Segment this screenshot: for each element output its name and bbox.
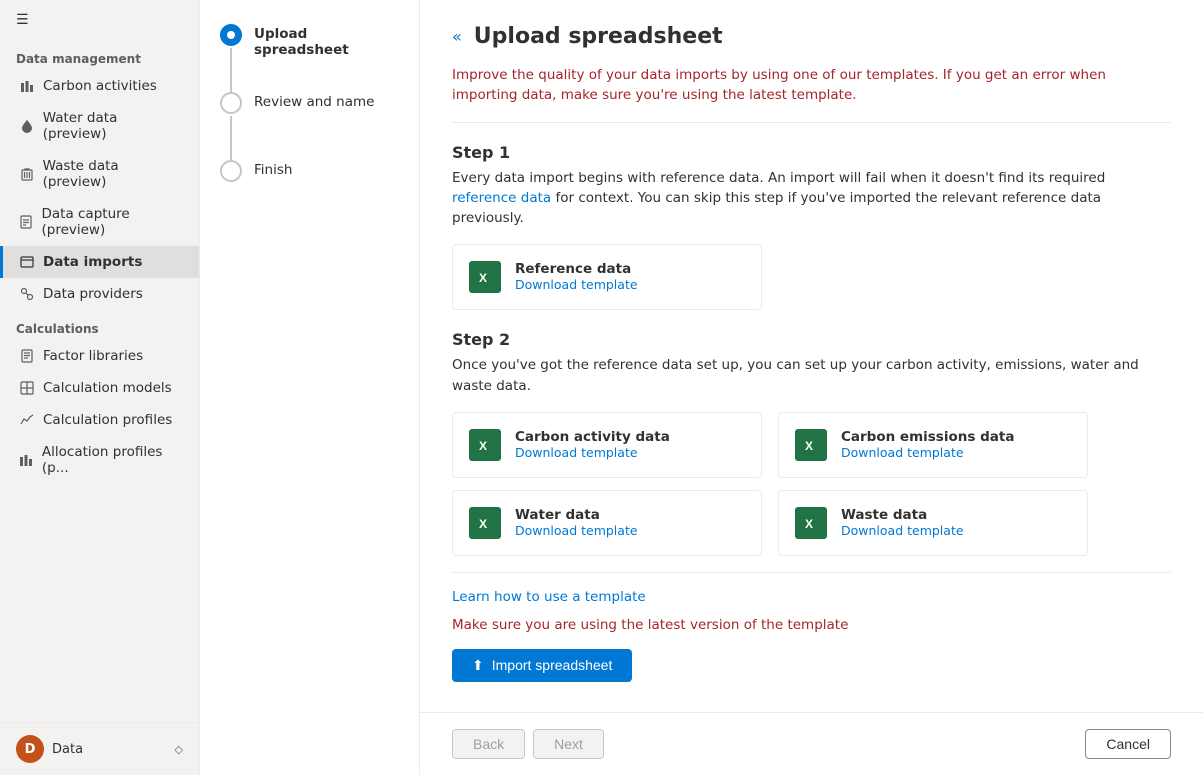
sidebar-item-label: Allocation profiles (p... bbox=[42, 444, 183, 476]
calculations-label: Calculations bbox=[0, 310, 199, 340]
step-review-label: Review and name bbox=[254, 92, 374, 110]
carbon-activity-download-link[interactable]: Download template bbox=[515, 445, 638, 460]
sidebar-item-data-imports[interactable]: Data imports bbox=[0, 246, 199, 278]
sidebar-item-allocation-profiles[interactable]: Allocation profiles (p... bbox=[0, 436, 199, 484]
sidebar-item-carbon-activities[interactable]: Carbon activities bbox=[0, 70, 199, 102]
sidebar: ☰ Data management Carbon activities Wate… bbox=[0, 0, 200, 775]
carbon-activity-data-card[interactable]: X Carbon activity data Download template bbox=[452, 412, 762, 478]
step1-title: Step 1 bbox=[452, 143, 1171, 162]
svg-text:X: X bbox=[479, 439, 487, 453]
waste-data-card[interactable]: X Waste data Download template bbox=[778, 490, 1088, 556]
page-header: « Upload spreadsheet bbox=[452, 24, 1171, 49]
carbon-emissions-data-card[interactable]: X Carbon emissions data Download templat… bbox=[778, 412, 1088, 478]
excel-icon-carbon-emissions: X bbox=[795, 429, 827, 461]
next-button[interactable]: Next bbox=[533, 729, 604, 759]
step2-title: Step 2 bbox=[452, 330, 1171, 349]
step1-section: Step 1 Every data import begins with ref… bbox=[452, 143, 1171, 311]
data-capture-icon bbox=[19, 214, 33, 230]
carbon-activity-card-title: Carbon activity data bbox=[515, 429, 670, 445]
waste-data-icon bbox=[19, 166, 35, 182]
carbon-activities-icon bbox=[19, 78, 35, 94]
excel-icon-carbon-activity: X bbox=[469, 429, 501, 461]
step-line-2 bbox=[230, 116, 232, 160]
sidebar-item-label: Carbon activities bbox=[43, 78, 157, 94]
allocation-profiles-icon bbox=[19, 452, 34, 468]
back-button[interactable]: Back bbox=[452, 729, 525, 759]
svg-text:X: X bbox=[805, 439, 813, 453]
reference-data-link[interactable]: reference data bbox=[452, 190, 551, 206]
excel-icon-water: X bbox=[469, 507, 501, 539]
step-upload: Upload spreadsheet bbox=[220, 24, 399, 92]
info-text: Improve the quality of your data imports… bbox=[452, 65, 1171, 106]
reference-data-card-title: Reference data bbox=[515, 261, 638, 277]
import-spreadsheet-button[interactable]: ⬆ Import spreadsheet bbox=[452, 649, 632, 682]
cancel-button[interactable]: Cancel bbox=[1085, 729, 1171, 759]
info-banner: Improve the quality of your data imports… bbox=[452, 65, 1171, 123]
svg-text:X: X bbox=[479, 271, 487, 285]
data-management-label: Data management bbox=[0, 40, 199, 70]
sidebar-item-label: Data imports bbox=[43, 254, 142, 270]
learn-link[interactable]: Learn how to use a template bbox=[452, 589, 1171, 605]
water-data-card-title: Water data bbox=[515, 507, 638, 523]
excel-icon-reference: X bbox=[469, 261, 501, 293]
main-scroll: « Upload spreadsheet Improve the quality… bbox=[420, 0, 1203, 712]
step-upload-circle bbox=[220, 24, 242, 46]
calculation-models-icon bbox=[19, 380, 35, 396]
step2-desc: Once you've got the reference data set u… bbox=[452, 355, 1171, 396]
sidebar-item-label: Calculation profiles bbox=[43, 412, 172, 428]
svg-text:X: X bbox=[805, 517, 813, 531]
warning-text: Make sure you are using the latest versi… bbox=[452, 617, 1171, 633]
reference-data-download-link[interactable]: Download template bbox=[515, 277, 638, 292]
sidebar-item-label: Factor libraries bbox=[43, 348, 143, 364]
sidebar-item-label: Data capture (preview) bbox=[41, 206, 183, 238]
user-label: Data bbox=[52, 742, 83, 757]
excel-icon-waste: X bbox=[795, 507, 827, 539]
sidebar-item-label: Waste data (preview) bbox=[43, 158, 183, 190]
sidebar-item-label: Water data (preview) bbox=[43, 110, 183, 142]
upload-icon: ⬆ bbox=[472, 657, 484, 674]
step1-desc: Every data import begins with reference … bbox=[452, 168, 1171, 229]
back-arrow-icon[interactable]: « bbox=[452, 27, 462, 46]
reference-data-card[interactable]: X Reference data Download template bbox=[452, 244, 762, 310]
sidebar-item-calculation-profiles[interactable]: Calculation profiles bbox=[0, 404, 199, 436]
sidebar-item-waste-data[interactable]: Waste data (preview) bbox=[0, 150, 199, 198]
svg-text:X: X bbox=[479, 517, 487, 531]
waste-data-card-title: Waste data bbox=[841, 507, 964, 523]
import-btn-label: Import spreadsheet bbox=[492, 657, 613, 673]
footer-bar: Back Next Cancel bbox=[420, 712, 1203, 775]
carbon-emissions-card-title: Carbon emissions data bbox=[841, 429, 1014, 445]
data-imports-icon bbox=[19, 254, 35, 270]
water-data-download-link[interactable]: Download template bbox=[515, 523, 638, 538]
main-content: « Upload spreadsheet Improve the quality… bbox=[420, 0, 1203, 775]
sidebar-item-calculation-models[interactable]: Calculation models bbox=[0, 372, 199, 404]
carbon-emissions-download-link[interactable]: Download template bbox=[841, 445, 964, 460]
section-divider bbox=[452, 572, 1171, 573]
sidebar-item-label: Calculation models bbox=[43, 380, 172, 396]
calculation-profiles-icon bbox=[19, 412, 35, 428]
water-data-card[interactable]: X Water data Download template bbox=[452, 490, 762, 556]
chevron-icon: ◇ bbox=[175, 743, 183, 756]
stepper-panel: Upload spreadsheet Review and name Finis… bbox=[200, 0, 420, 775]
sidebar-item-data-capture[interactable]: Data capture (preview) bbox=[0, 198, 199, 246]
sidebar-bottom[interactable]: D Data ◇ bbox=[0, 722, 199, 775]
sidebar-item-factor-libraries[interactable]: Factor libraries bbox=[0, 340, 199, 372]
step-review: Review and name bbox=[220, 92, 399, 160]
data-providers-icon bbox=[19, 286, 35, 302]
step-finish: Finish bbox=[220, 160, 399, 182]
step-line-1 bbox=[230, 48, 232, 92]
hamburger-icon[interactable]: ☰ bbox=[0, 0, 199, 40]
page-title: Upload spreadsheet bbox=[474, 24, 723, 49]
step-finish-circle bbox=[220, 160, 242, 182]
sidebar-item-data-providers[interactable]: Data providers bbox=[0, 278, 199, 310]
factor-libraries-icon bbox=[19, 348, 35, 364]
sidebar-item-label: Data providers bbox=[43, 286, 143, 302]
step-review-circle bbox=[220, 92, 242, 114]
step-upload-label: Upload spreadsheet bbox=[254, 24, 399, 58]
waste-data-download-link[interactable]: Download template bbox=[841, 523, 964, 538]
avatar: D bbox=[16, 735, 44, 763]
water-data-icon bbox=[19, 118, 35, 134]
step-finish-label: Finish bbox=[254, 160, 292, 178]
step2-section: Step 2 Once you've got the reference dat… bbox=[452, 330, 1171, 556]
sidebar-item-water-data[interactable]: Water data (preview) bbox=[0, 102, 199, 150]
